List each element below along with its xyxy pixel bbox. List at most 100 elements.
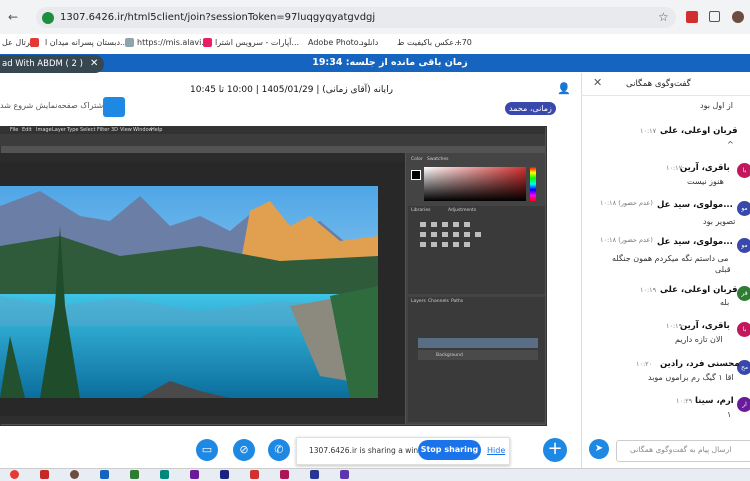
layer-background-label: Background [436, 353, 463, 358]
menu-image: Image [36, 127, 52, 133]
chat-time: ۱۰:۱۹ [666, 322, 683, 330]
url-text: 1307.6426.ir/html5client/join?sessionTok… [60, 12, 376, 23]
chat-message-text: بله [720, 298, 730, 307]
avatar: ار [737, 397, 750, 412]
chat-message-text: هنوز نیست [687, 177, 724, 186]
panel-tab-adjustments: Adjustments [448, 208, 477, 213]
add-button[interactable]: + [543, 438, 567, 462]
chat-time: ۱۰:۲۹ [676, 397, 693, 405]
presenter-badge: زمانی، محمد [505, 102, 556, 115]
photoshop-status-bar [0, 416, 405, 424]
taskbar-app-icon[interactable] [40, 470, 49, 479]
chat-message-text: می داستم نگه میکردم همون جنگله [612, 254, 729, 263]
chat-message-text: اقا ۱ گیگ رم براموں موبد [648, 373, 734, 382]
chat-sender: باقری، آرین [680, 321, 730, 331]
chat-message-text: تصویر بود [703, 217, 736, 226]
screenshare-toggle-button[interactable]: ▭ [196, 439, 218, 461]
foreground-color-swatch [411, 170, 421, 180]
premiere-icon[interactable] [190, 470, 199, 479]
menu-view: View [120, 127, 132, 133]
chat-sender: محسنی فرد، رادین [660, 359, 740, 369]
avatar: با [737, 163, 750, 178]
meeting-title: رایانه (آقای زمانی) | 1405/01/29 | 10:00… [190, 85, 393, 95]
bookmark-item[interactable]: دبستان پسرانه میدان ا... [45, 38, 128, 47]
chat-time: ۱۰:۱۷ [640, 127, 657, 135]
chat-input-placeholder: ارسال پیام به گفت‌وگوی همگانی [630, 445, 732, 454]
user-list-icon[interactable]: 👤 [557, 82, 571, 95]
chat-sender: مولوی، سید عل... [657, 200, 733, 210]
taskbar-app-icon[interactable] [70, 470, 79, 479]
chat-message-text: ١ [727, 410, 732, 419]
close-icon[interactable]: ✕ [593, 76, 602, 89]
landscape-photo [0, 186, 378, 398]
pdf-extension-icon[interactable] [686, 11, 698, 23]
bookmark-item[interactable]: عکس باکیفیت ط... [397, 38, 462, 47]
chat-message-text: ^ [727, 140, 734, 149]
taskbar-app-icon[interactable] [310, 470, 319, 479]
bookmark-item[interactable]: https://mis.alavi.ir [137, 38, 209, 47]
taskbar-app-icon[interactable] [250, 470, 259, 479]
bookmark-item[interactable]: +70 [455, 38, 472, 47]
chat-title: گفت‌وگوی همگانی [626, 79, 691, 89]
youtube-icon [30, 38, 39, 47]
extensions-icon[interactable] [709, 11, 720, 22]
adjustment-icons-grid [420, 222, 481, 247]
panel-tab-layers: Layers [411, 299, 426, 304]
star-icon[interactable]: ☆ [658, 10, 669, 24]
bookmark-item[interactable]: Adobe Photo... [308, 38, 366, 47]
menu-layer: Layer [52, 127, 66, 133]
chat-sender: قربان اوعلی، علی [660, 126, 738, 136]
photoshop-taskbar-icon[interactable] [220, 470, 229, 479]
breakout-room-label: ad With ABDM ( 2 ) [2, 59, 83, 69]
aparat-icon [203, 38, 212, 47]
chrome-icon[interactable] [10, 470, 19, 479]
session-timer: زمان باقی مانده از جلسه: 19:34 [312, 57, 468, 68]
windows-taskbar [0, 468, 750, 481]
panel-tab-color: Color [411, 157, 423, 162]
avatar: مو [737, 201, 750, 216]
chat-message-text: از اول بود [700, 101, 733, 110]
color-picker-shade [424, 167, 526, 201]
taskbar-app-icon[interactable] [160, 470, 169, 479]
taskbar-app-icon[interactable] [280, 470, 289, 479]
screenshare-icon[interactable] [103, 97, 125, 117]
menu-type: Type [67, 127, 79, 133]
phone-button[interactable]: ✆ [268, 439, 290, 461]
adjustments-panel [408, 206, 545, 294]
taskbar-app-icon[interactable] [130, 470, 139, 479]
avatar: با [737, 322, 750, 337]
back-arrow-icon[interactable]: ← [8, 10, 18, 24]
panel-tab-paths: Paths [451, 299, 464, 304]
bookmark-item[interactable]: پرتال عل [2, 38, 33, 47]
photoshop-document-tab [0, 153, 405, 162]
chat-time: ۱۰:۱۷ [666, 164, 683, 172]
sharing-message: 1307.6426.ir is sharing a window. [309, 446, 436, 455]
hide-link[interactable]: Hide [487, 446, 505, 455]
bookmark-item[interactable]: آپارات - سرویس اشترا... [215, 38, 299, 47]
chat-sender: باقری، آرین [680, 163, 730, 173]
menu-3d: 3D [111, 127, 119, 133]
stop-sharing-button[interactable]: Stop sharing [418, 440, 481, 460]
menu-file: File [10, 127, 19, 133]
chat-sender: ارم، سینا [695, 396, 734, 406]
photoshop-options-bar [0, 134, 545, 146]
avatar: مو [737, 238, 750, 253]
chat-message-text: الان تازه داریم [675, 335, 723, 344]
chat-sender: قربان اوعلی، علی [660, 285, 738, 295]
taskbar-app-icon[interactable] [100, 470, 109, 479]
camera-off-button[interactable]: ⊘ [233, 439, 255, 461]
taskbar-app-icon[interactable] [340, 470, 349, 479]
menu-filter: Filter [97, 127, 110, 133]
site-info-icon[interactable] [42, 12, 54, 24]
close-icon[interactable]: ✕ [90, 58, 98, 69]
chat-time: ۱۰:۱۸ (عدم حضور) [600, 199, 653, 207]
panel-tab-channels: Channels [428, 299, 449, 304]
menu-window: Window [133, 127, 153, 133]
profile-avatar[interactable] [732, 11, 744, 23]
send-icon[interactable]: ➤ [589, 439, 609, 459]
chat-time: ۱۰:۱۹ [640, 286, 657, 294]
hue-slider [530, 167, 536, 201]
chat-time: ۱۰:۲۰ [636, 360, 653, 368]
panel-tab-swatches: Swatches [427, 157, 449, 162]
bookmark-item[interactable]: دانلود [360, 38, 378, 47]
